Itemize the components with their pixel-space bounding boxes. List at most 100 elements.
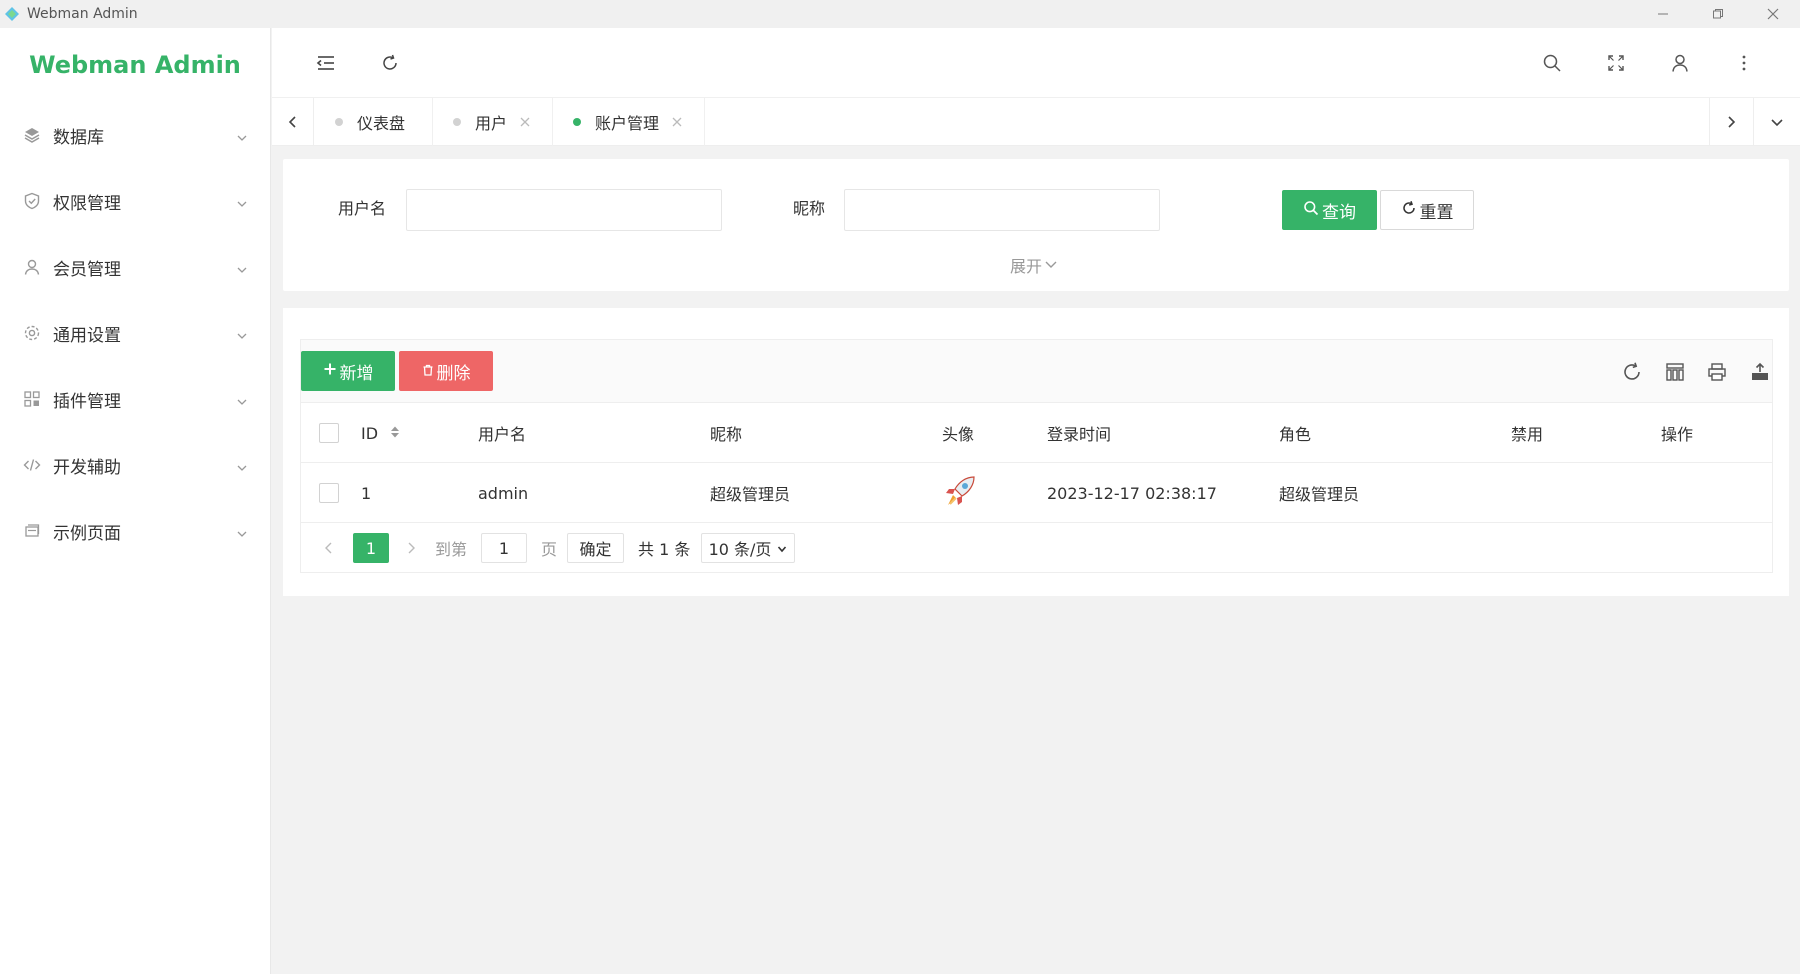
user-icon[interactable] [1669, 52, 1691, 74]
app-logo[interactable]: Webman Admin [0, 28, 270, 102]
close-icon[interactable] [671, 116, 683, 128]
plus-icon [323, 361, 337, 381]
tab-users[interactable]: 用户 [433, 98, 553, 146]
query-button[interactable]: 查询 [1282, 190, 1377, 230]
chevron-down-icon [236, 327, 248, 347]
minimize-icon[interactable] [1635, 0, 1690, 28]
tab-dashboard[interactable]: 仪表盘 [315, 98, 433, 146]
tabs-bar: 仪表盘 用户 账户管理 [272, 98, 1800, 146]
chevron-down-icon [236, 195, 248, 215]
cell-login-time: 2023-12-17 02:38:17 [1047, 483, 1217, 503]
gear-icon [22, 323, 42, 343]
chevron-down-icon [777, 539, 787, 558]
app-icon [3, 5, 21, 23]
rocket-icon[interactable] [940, 471, 980, 515]
refresh-icon [1401, 200, 1417, 221]
sidebar-item-permissions[interactable]: 权限管理 [0, 168, 270, 234]
reset-button-label: 重置 [1419, 202, 1454, 223]
delete-button[interactable]: 删除 [399, 351, 493, 391]
print-icon[interactable] [1705, 360, 1729, 384]
reset-button[interactable]: 重置 [1380, 190, 1474, 230]
data-table: ID 用户名 昵称 头像 登录时间 角色 禁用 操作 1 admin 超级管理员 [300, 403, 1773, 573]
tabs-scroll-right-icon[interactable] [1709, 98, 1751, 146]
more-vertical-icon[interactable] [1733, 52, 1755, 74]
cell-role: 超级管理员 [1279, 485, 1360, 504]
sidebar-item-label: 会员管理 [53, 259, 121, 280]
chevron-down-icon [236, 459, 248, 479]
search-icon[interactable] [1541, 52, 1563, 74]
row-checkbox[interactable] [319, 483, 339, 503]
add-button[interactable]: 新增 [301, 351, 395, 391]
column-header-role: 角色 [1279, 425, 1312, 444]
sidebar-item-label: 示例页面 [53, 523, 121, 544]
sidebar-item-label: 数据库 [53, 127, 104, 148]
sidebar-item-database[interactable]: 数据库 [0, 102, 270, 168]
table-row[interactable]: 1 admin 超级管理员 2023-12-17 02:38:17 超级管理员 [300, 463, 1773, 523]
tab-label: 仪表盘 [357, 114, 406, 133]
tabs-scroll-left-icon[interactable] [272, 98, 314, 146]
shield-check-icon [22, 191, 42, 211]
tab-label: 用户 [475, 114, 508, 133]
goto-page-input[interactable]: 1 [481, 533, 527, 563]
fullscreen-icon[interactable] [1605, 52, 1627, 74]
top-header [272, 28, 1800, 98]
sidebar-item-label: 开发辅助 [53, 457, 121, 478]
sidebar-item-label: 插件管理 [53, 391, 121, 412]
column-header-login-time: 登录时间 [1047, 425, 1112, 444]
page-number-current[interactable]: 1 [353, 533, 389, 563]
menu-fold-icon[interactable] [315, 52, 337, 74]
page-size-value: 10 条/页 [708, 540, 772, 559]
column-header-actions: 操作 [1661, 425, 1694, 444]
search-icon [1303, 200, 1319, 221]
search-form: 用户名 昵称 查询 重置 展开 [283, 159, 1789, 291]
layers-icon [22, 125, 42, 145]
sidebar-item-dev-tools[interactable]: 开发辅助 [0, 432, 270, 498]
column-header-username: 用户名 [478, 425, 527, 444]
refresh-icon[interactable] [1620, 360, 1644, 384]
tabs-menu-chevron-down-icon[interactable] [1753, 98, 1800, 146]
tab-status-dot [453, 118, 461, 126]
chevron-down-icon [236, 261, 248, 281]
expand-label: 展开 [1010, 257, 1043, 276]
restore-icon[interactable] [1690, 0, 1745, 28]
chevron-down-icon [1044, 256, 1058, 275]
expand-toggle[interactable]: 展开 [1010, 253, 1058, 277]
cell-avatar [940, 463, 980, 523]
username-label: 用户名 [338, 199, 387, 218]
sort-icon[interactable] [390, 424, 400, 443]
delete-button-label: 删除 [436, 363, 471, 384]
code-icon [22, 455, 42, 475]
sidebar-item-examples[interactable]: 示例页面 [0, 498, 270, 564]
sidebar-item-members[interactable]: 会员管理 [0, 234, 270, 300]
page-unit-label: 页 [541, 540, 558, 559]
table-toolbar: 新增 删除 [300, 339, 1773, 403]
nickname-input[interactable] [844, 189, 1160, 231]
row-select-cell [319, 463, 339, 523]
chevron-down-icon [236, 393, 248, 413]
table-header-row: ID 用户名 昵称 头像 登录时间 角色 禁用 操作 [300, 403, 1773, 463]
tab-label: 账户管理 [595, 114, 660, 133]
column-header-disabled: 禁用 [1511, 425, 1544, 444]
select-all-checkbox[interactable] [319, 423, 339, 443]
goto-confirm-button[interactable]: 确定 [567, 533, 624, 563]
cell-id: 1 [361, 483, 372, 503]
pagination: 1 到第 1 页 确定 共 1 条 10 条/页 [300, 523, 1773, 573]
username-input[interactable] [406, 189, 722, 231]
next-page-icon[interactable] [405, 533, 417, 563]
window-title: Webman Admin [27, 6, 138, 22]
export-icon[interactable] [1748, 360, 1772, 384]
columns-icon[interactable] [1663, 360, 1687, 384]
query-button-label: 查询 [1322, 202, 1356, 223]
column-header-id[interactable]: ID [361, 403, 400, 463]
cell-nickname: 超级管理员 [710, 485, 791, 504]
close-icon[interactable] [519, 116, 531, 128]
sidebar-item-plugins[interactable]: 插件管理 [0, 366, 270, 432]
close-icon[interactable] [1745, 0, 1800, 28]
sidebar-item-general-settings[interactable]: 通用设置 [0, 300, 270, 366]
page-size-select[interactable]: 10 条/页 [701, 533, 795, 563]
prev-page-icon[interactable] [323, 533, 335, 563]
select-all-cell [319, 403, 339, 463]
sidebar: Webman Admin 数据库 权限管理 会员管理 通用设置 插件管理 开发辅… [0, 28, 271, 974]
tab-account-management[interactable]: 账户管理 [553, 98, 705, 146]
refresh-icon[interactable] [379, 52, 401, 74]
